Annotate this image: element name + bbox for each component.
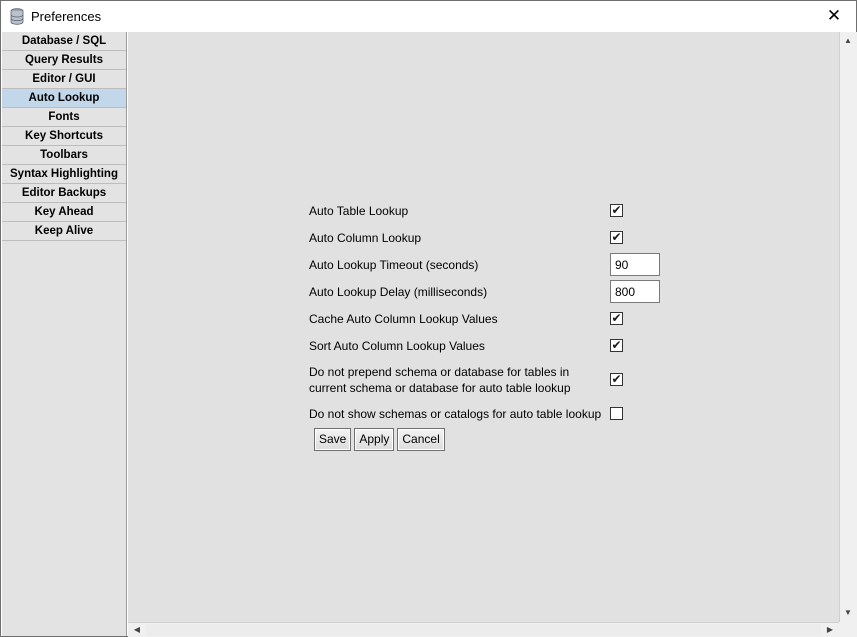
- auto-column-lookup-label: Auto Column Lookup: [309, 231, 422, 245]
- vertical-scrollbar[interactable]: ▲ ▼: [839, 32, 857, 622]
- cache-column-lookup-label: Cache Auto Column Lookup Values: [309, 312, 498, 326]
- scroll-down-icon[interactable]: ▼: [840, 606, 856, 620]
- sort-column-lookup-checkbox[interactable]: ✔: [610, 338, 623, 352]
- checkmark-icon: ✔: [611, 230, 622, 244]
- scrollbar-corner: [839, 622, 857, 637]
- sidebar-item-query-results[interactable]: Query Results: [2, 51, 126, 70]
- checkmark-icon: ✔: [611, 372, 622, 386]
- scroll-left-icon[interactable]: ◀: [129, 623, 145, 637]
- setting-row-auto-table-lookup: Auto Table Lookup ✔: [309, 202, 669, 229]
- lookup-delay-label: Auto Lookup Delay (milliseconds): [309, 285, 488, 299]
- preferences-window: Preferences ✕ Database / SQL Query Resul…: [0, 0, 857, 637]
- auto-lookup-form: Auto Table Lookup ✔ Auto Column Lookup ✔…: [309, 202, 669, 432]
- checkmark-icon: ✔: [611, 338, 622, 352]
- setting-row-auto-column-lookup: Auto Column Lookup ✔: [309, 229, 669, 256]
- apply-button[interactable]: Apply: [354, 428, 395, 451]
- sidebar-item-database-sql[interactable]: Database / SQL: [2, 32, 126, 51]
- setting-row-cache-column-lookup: Cache Auto Column Lookup Values ✔: [309, 310, 669, 337]
- checkmark-icon: ✔: [611, 311, 622, 325]
- setting-row-no-prepend-schema: Do not prepend schema or database for ta…: [309, 364, 669, 405]
- horizontal-scrollbar[interactable]: ◀ ▶: [128, 622, 839, 637]
- sidebar-item-fonts[interactable]: Fonts: [2, 108, 126, 127]
- database-icon: [10, 8, 24, 25]
- auto-table-lookup-checkbox[interactable]: ✔: [610, 203, 623, 217]
- sidebar-item-auto-lookup[interactable]: Auto Lookup: [2, 89, 126, 108]
- sidebar-item-syntax-highlighting[interactable]: Syntax Highlighting: [2, 165, 126, 184]
- scroll-up-icon[interactable]: ▲: [840, 34, 856, 48]
- sidebar-item-key-shortcuts[interactable]: Key Shortcuts: [2, 127, 126, 146]
- cancel-button[interactable]: Cancel: [397, 428, 445, 451]
- sidebar-item-editor-gui[interactable]: Editor / GUI: [2, 70, 126, 89]
- auto-column-lookup-checkbox[interactable]: ✔: [610, 230, 623, 244]
- action-buttons: Save Apply Cancel: [314, 428, 448, 451]
- no-prepend-schema-label: Do not prepend schema or database for ta…: [309, 365, 571, 395]
- window-title: Preferences: [31, 9, 102, 24]
- no-show-schemas-label: Do not show schemas or catalogs for auto…: [309, 407, 602, 421]
- sidebar-item-keep-alive[interactable]: Keep Alive: [2, 222, 126, 241]
- auto-table-lookup-label: Auto Table Lookup: [309, 204, 409, 218]
- title-bar: Preferences ✕: [1, 1, 856, 32]
- scroll-right-icon[interactable]: ▶: [822, 623, 838, 637]
- setting-row-lookup-timeout: Auto Lookup Timeout (seconds): [309, 253, 669, 283]
- sidebar-item-editor-backups[interactable]: Editor Backups: [2, 184, 126, 203]
- save-button[interactable]: Save: [314, 428, 352, 451]
- setting-row-sort-column-lookup: Sort Auto Column Lookup Values ✔: [309, 337, 669, 364]
- setting-row-lookup-delay: Auto Lookup Delay (milliseconds): [309, 280, 669, 310]
- no-prepend-schema-checkbox[interactable]: ✔: [610, 372, 623, 386]
- preferences-sidebar: Database / SQL Query Results Editor / GU…: [2, 32, 127, 636]
- sort-column-lookup-label: Sort Auto Column Lookup Values: [309, 339, 485, 353]
- sidebar-item-toolbars[interactable]: Toolbars: [2, 146, 126, 165]
- sidebar-item-key-ahead[interactable]: Key Ahead: [2, 203, 126, 222]
- checkmark-icon: ✔: [611, 203, 622, 217]
- lookup-delay-input[interactable]: [610, 280, 660, 303]
- no-show-schemas-checkbox[interactable]: [610, 407, 623, 420]
- horizontal-scroll-thumb[interactable]: [146, 624, 821, 636]
- cache-column-lookup-checkbox[interactable]: ✔: [610, 311, 623, 325]
- lookup-timeout-label: Auto Lookup Timeout (seconds): [309, 258, 479, 272]
- settings-panel: Auto Table Lookup ✔ Auto Column Lookup ✔…: [128, 32, 839, 622]
- close-icon[interactable]: ✕: [812, 1, 856, 32]
- lookup-timeout-input[interactable]: [610, 253, 660, 276]
